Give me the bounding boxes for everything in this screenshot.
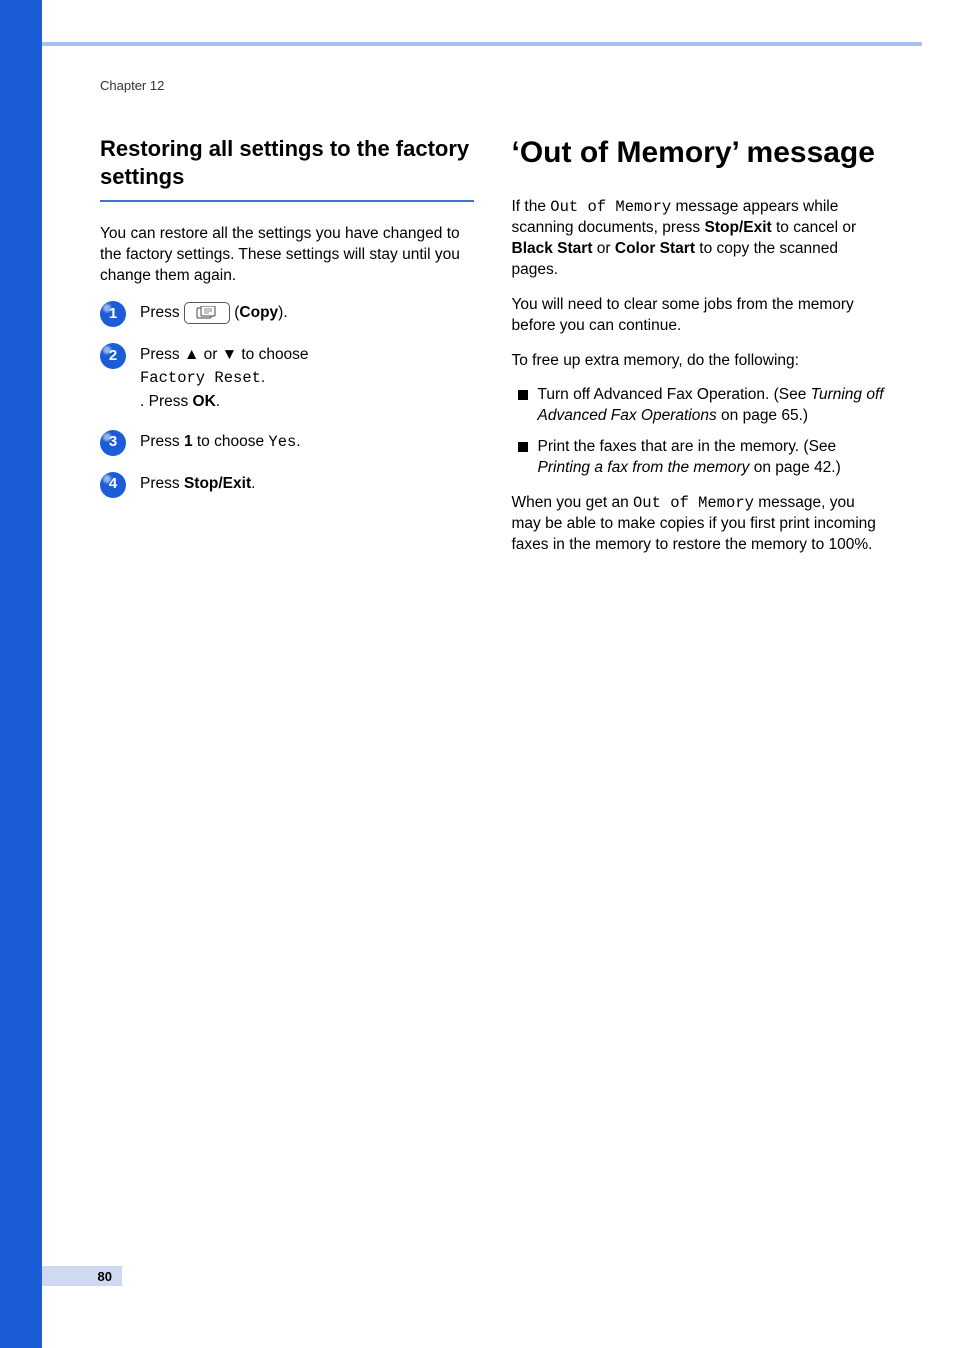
step-number-3: 3 xyxy=(100,430,126,456)
stop-exit-label: Stop/Exit xyxy=(184,475,251,492)
text: When you get an xyxy=(512,494,634,511)
text: on page 42.) xyxy=(749,459,840,476)
text: or xyxy=(199,346,221,363)
ok-label: OK xyxy=(193,393,216,410)
copy-key-icon xyxy=(184,302,230,324)
section-heading-restoring: Restoring all settings to the factory se… xyxy=(100,135,474,202)
step-number-2: 2 xyxy=(100,343,126,369)
text: to cancel or xyxy=(772,219,856,236)
bullet-2: Print the faxes that are in the memory. … xyxy=(512,437,886,479)
yes-option: Yes xyxy=(268,433,296,451)
oom-paragraph-3: To free up extra memory, do the followin… xyxy=(512,351,886,372)
oom-message-text: Out of Memory xyxy=(550,198,671,216)
text: Turn off Advanced Fax Operation. (See xyxy=(538,386,811,403)
text: Press xyxy=(140,304,184,321)
text: . xyxy=(296,433,300,450)
chapter-label: Chapter 12 xyxy=(100,78,885,93)
oom-paragraph-2: You will need to clear some jobs from th… xyxy=(512,295,886,337)
oom-paragraph-4: When you get an Out of Memory message, y… xyxy=(512,493,886,556)
step-number-1: 1 xyxy=(100,301,126,327)
text: on page 65.) xyxy=(717,407,808,424)
bullet-list: Turn off Advanced Fax Operation. (See Tu… xyxy=(512,385,886,479)
text: or xyxy=(592,240,614,257)
copy-label: Copy xyxy=(239,304,278,321)
xref-printing-fax[interactable]: Printing a fax from the memory xyxy=(538,459,750,476)
text: Press xyxy=(140,346,184,363)
black-start-label: Black Start xyxy=(512,240,593,257)
text: Press xyxy=(140,433,184,450)
step-3: 3 Press 1 to choose Yes. xyxy=(100,430,474,456)
text: ( xyxy=(230,304,239,321)
text: Press xyxy=(140,475,184,492)
up-arrow-icon: ▲ xyxy=(184,346,199,363)
text: to choose xyxy=(237,346,309,363)
factory-reset-option: Factory Reset xyxy=(140,369,261,387)
text: If the xyxy=(512,198,551,215)
color-start-label: Color Start xyxy=(615,240,695,257)
step-4-text: Press Stop/Exit. xyxy=(140,472,255,495)
step-1-text: Press (Copy). xyxy=(140,301,288,324)
page-content: Chapter 12 Restoring all settings to the… xyxy=(100,78,885,570)
text: . xyxy=(261,369,265,386)
step-4: 4 Press Stop/Exit. xyxy=(100,472,474,498)
text: . xyxy=(216,393,220,410)
stop-exit-label: Stop/Exit xyxy=(705,219,772,236)
step-2: 2 Press ▲ or ▼ to choose Factory Reset..… xyxy=(100,343,474,414)
step-number-4: 4 xyxy=(100,472,126,498)
oom-message-text: Out of Memory xyxy=(633,494,754,512)
steps-list: 1 Press (Copy). 2 P xyxy=(100,301,474,498)
right-column: ‘Out of Memory’ message If the Out of Me… xyxy=(512,135,886,570)
text: . xyxy=(251,475,255,492)
text: ). xyxy=(278,304,287,321)
step-2-text: Press ▲ or ▼ to choose Factory Reset. . P… xyxy=(140,343,309,414)
key-1-label: 1 xyxy=(184,433,193,450)
down-arrow-icon: ▼ xyxy=(222,346,237,363)
bullet-1: Turn off Advanced Fax Operation. (See Tu… xyxy=(512,385,886,427)
oom-paragraph-1: If the Out of Memory message appears whi… xyxy=(512,197,886,281)
page-number-value: 80 xyxy=(98,1269,112,1284)
intro-paragraph: You can restore all the settings you hav… xyxy=(100,224,474,287)
two-column-layout: Restoring all settings to the factory se… xyxy=(100,135,885,570)
side-accent-bar xyxy=(0,0,42,1348)
page-number: 80 xyxy=(42,1266,122,1286)
step-3-text: Press 1 to choose Yes. xyxy=(140,430,301,454)
left-column: Restoring all settings to the factory se… xyxy=(100,135,474,570)
text: to choose xyxy=(193,433,269,450)
top-rule xyxy=(42,42,922,46)
step-1: 1 Press (Copy). xyxy=(100,301,474,327)
text: . Press xyxy=(140,393,193,410)
text: Print the faxes that are in the memory. … xyxy=(538,438,837,455)
section-heading-out-of-memory: ‘Out of Memory’ message xyxy=(512,135,886,171)
